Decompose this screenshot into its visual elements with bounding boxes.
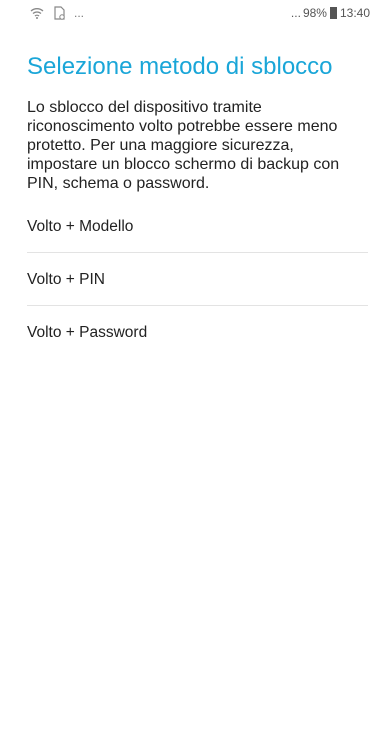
- battery-icon: [329, 7, 337, 19]
- page-description: Lo sblocco del dispositivo tramite ricon…: [27, 99, 340, 192]
- wifi-icon: [30, 7, 44, 19]
- option-face-password[interactable]: Volto + Password: [0, 306, 376, 359]
- status-bar: ... ... 98% 13:40: [0, 0, 376, 26]
- status-bar-right: ... 98% 13:40: [291, 6, 370, 20]
- clock: 13:40: [339, 6, 370, 20]
- status-bar-left: ...: [30, 6, 84, 20]
- option-label: Volto + Modello: [27, 217, 134, 235]
- page-title: Selezione metodo di sblocco: [27, 53, 333, 80]
- sd-card-icon: [52, 6, 66, 20]
- option-label: Volto + PIN: [27, 270, 105, 288]
- notifications-more: ...: [74, 6, 85, 20]
- unlock-options-list: Volto + Modello Volto + PIN Volto + Pass…: [0, 200, 376, 359]
- option-face-pattern[interactable]: Volto + Modello: [0, 200, 376, 253]
- battery-percent: 98%: [302, 6, 327, 20]
- signal-more: ...: [290, 6, 301, 20]
- option-label: Volto + Password: [27, 323, 148, 341]
- option-face-pin[interactable]: Volto + PIN: [0, 253, 376, 306]
